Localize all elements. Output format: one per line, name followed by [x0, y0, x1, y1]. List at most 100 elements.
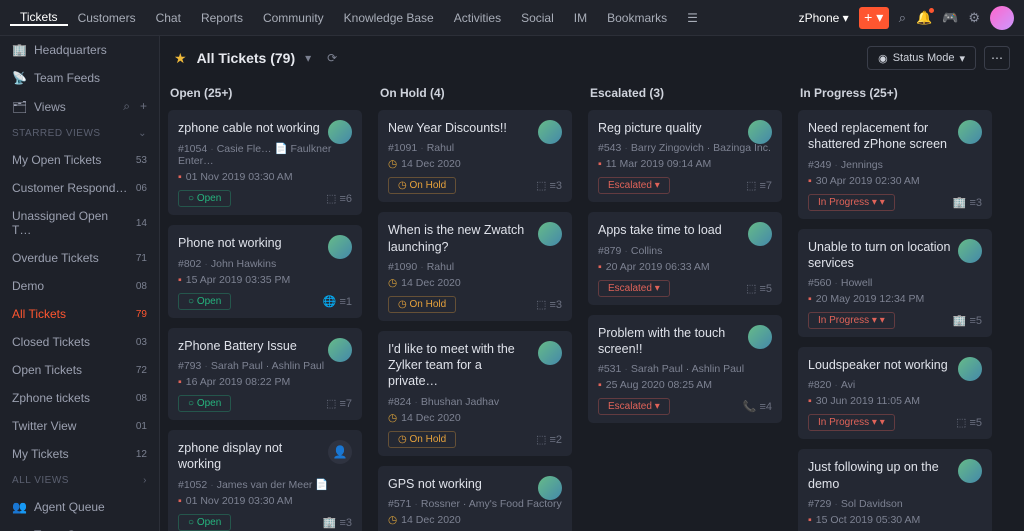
nav-knowledge-base[interactable]: Knowledge Base	[334, 11, 444, 25]
nav-customers[interactable]: Customers	[68, 11, 146, 25]
sidebar-view[interactable]: Twitter View01	[0, 412, 159, 440]
assignee-avatar[interactable]	[748, 222, 772, 246]
sidebar-team-queue[interactable]: 👥Team Queue	[0, 521, 159, 531]
nav-community[interactable]: Community	[253, 11, 334, 25]
nav-social[interactable]: Social	[511, 11, 564, 25]
sidebar-view[interactable]: Closed Tickets03	[0, 328, 159, 356]
nav-im[interactable]: IM	[564, 11, 597, 25]
status-tag[interactable]: ○ Open	[178, 514, 231, 531]
refresh-icon[interactable]: ⟳	[327, 51, 337, 65]
status-tag[interactable]: Escalated ▾	[598, 398, 670, 415]
ticket-date: ◷14 Dec 2020	[388, 158, 562, 170]
card-footer-icons: ⬚ ≡2	[536, 433, 562, 446]
card-footer-icons: ⬚ ≡3	[536, 179, 562, 192]
sidebar-view[interactable]: Open Tickets72	[0, 356, 159, 384]
status-tag[interactable]: ◷ On Hold	[388, 431, 456, 448]
sidebar-view[interactable]: My Tickets12	[0, 440, 159, 468]
ticket-date: ▪25 Aug 2020 08:25 AM	[598, 379, 772, 391]
status-tag[interactable]: Escalated ▾	[598, 177, 670, 194]
gamepad-icon[interactable]: 🎮	[942, 10, 958, 26]
sidebar-view[interactable]: Customer Respond…06	[0, 174, 159, 202]
status-tag[interactable]: ○ Open	[178, 395, 231, 412]
ticket-card[interactable]: Just following up on the demo#729·Sol Da…	[798, 449, 992, 531]
ticket-meta: #879·Collins	[598, 245, 772, 257]
ticket-card[interactable]: Loudspeaker not working#820·Avi▪30 Jun 2…	[798, 347, 992, 439]
status-tag[interactable]: ○ Open	[178, 293, 231, 310]
sidebar-headquarters[interactable]: 🏢Headquarters	[0, 36, 159, 64]
assignee-avatar[interactable]	[748, 120, 772, 144]
search-views-icon[interactable]: ⌕	[123, 99, 130, 114]
assignee-avatar[interactable]	[958, 239, 982, 263]
ticket-meta: #729·Sol Davidson	[808, 498, 982, 510]
assignee-avatar[interactable]	[748, 325, 772, 349]
sidebar-view[interactable]: Overdue Tickets71	[0, 244, 159, 272]
assignee-avatar[interactable]	[328, 235, 352, 259]
sidebar-view[interactable]: Demo08	[0, 272, 159, 300]
status-mode-button[interactable]: ◉ Status Mode ▾	[867, 46, 976, 70]
add-button[interactable]: + ▾	[859, 7, 889, 29]
status-tag[interactable]: In Progress ▾ ▾	[808, 312, 895, 329]
ticket-card[interactable]: New Year Discounts!!#1091·Rahul◷14 Dec 2…	[378, 110, 572, 202]
card-footer-icons: ⬚ ≡5	[956, 416, 982, 429]
assignee-avatar[interactable]	[328, 338, 352, 362]
status-tag[interactable]: In Progress ▾ ▾	[808, 194, 895, 211]
more-button[interactable]: ⋯	[984, 46, 1010, 70]
gear-icon[interactable]: ⚙	[968, 10, 980, 26]
assignee-avatar[interactable]	[328, 120, 352, 144]
status-tag[interactable]: Escalated ▾	[598, 280, 670, 297]
ticket-card[interactable]: GPS not working#571·Rossner · Amy's Food…	[378, 466, 572, 531]
ticket-card[interactable]: Problem with the touch screen!!#531·Sara…	[588, 315, 782, 424]
nav-tickets[interactable]: Tickets	[10, 10, 68, 26]
notifications-icon[interactable]: 🔔	[916, 10, 932, 26]
ticket-card[interactable]: Unable to turn on location services#560·…	[798, 229, 992, 338]
sidebar-view[interactable]: Unassigned Open T…14	[0, 202, 159, 244]
assignee-icon[interactable]: 👤	[328, 440, 352, 464]
ticket-card[interactable]: zPhone Battery Issue#793·Sarah Paul · As…	[168, 328, 362, 420]
ticket-date: ▪16 Apr 2019 08:22 PM	[178, 376, 352, 388]
status-tag[interactable]: ◷ On Hold	[388, 296, 456, 313]
starred-views-section[interactable]: STARRED VIEWS⌄	[0, 121, 159, 146]
nav-activities[interactable]: Activities	[444, 11, 511, 25]
ticket-meta: #802·John Hawkins	[178, 258, 352, 270]
assignee-avatar[interactable]	[538, 341, 562, 365]
sidebar-agent-queue[interactable]: 👥Agent Queue	[0, 493, 159, 521]
search-icon[interactable]: ⌕	[899, 10, 906, 26]
ticket-card[interactable]: zphone cable not working#1054·Casie Fle……	[168, 110, 362, 215]
add-view-icon[interactable]: +	[140, 99, 147, 114]
title-chevron-down-icon[interactable]: ▾	[305, 51, 311, 65]
sidebar-view[interactable]: My Open Tickets53	[0, 146, 159, 174]
status-tag[interactable]: ◷ On Hold	[388, 177, 456, 194]
star-icon[interactable]: ★	[174, 50, 187, 67]
ticket-date: ▪20 May 2019 12:34 PM	[808, 293, 982, 305]
assignee-avatar[interactable]	[538, 120, 562, 144]
profile-avatar[interactable]	[990, 6, 1014, 30]
ticket-card[interactable]: 👤zphone display not working#1052·James v…	[168, 430, 362, 531]
assignee-avatar[interactable]	[958, 357, 982, 381]
ticket-card[interactable]: Reg picture quality#543·Barry Zingovich …	[588, 110, 782, 202]
all-views-section[interactable]: ALL VIEWS›	[0, 468, 159, 493]
nav-chat[interactable]: Chat	[146, 11, 191, 25]
nav-overflow-icon[interactable]: ☰	[677, 11, 708, 25]
ticket-card[interactable]: When is the new Zwatch launching?#1090·R…	[378, 212, 572, 321]
sidebar-views-header[interactable]: 🗂Views ⌕+	[0, 92, 159, 121]
nav-bookmarks[interactable]: Bookmarks	[597, 11, 677, 25]
sidebar-view[interactable]: Zphone tickets08	[0, 384, 159, 412]
ticket-card[interactable]: Need replacement for shattered zPhone sc…	[798, 110, 992, 219]
status-tag[interactable]: ○ Open	[178, 190, 231, 207]
sidebar-team-feeds[interactable]: 📡Team Feeds	[0, 64, 159, 92]
ticket-card[interactable]: I'd like to meet with the Zylker team fo…	[378, 331, 572, 456]
ticket-title: Reg picture quality	[598, 120, 772, 136]
sidebar-view[interactable]: All Tickets79	[0, 300, 159, 328]
ticket-date: ▪15 Apr 2019 03:35 PM	[178, 274, 352, 286]
nav-reports[interactable]: Reports	[191, 11, 253, 25]
ticket-date: ▪30 Jun 2019 11:05 AM	[808, 395, 982, 407]
ticket-card[interactable]: Apps take time to load#879·Collins▪20 Ap…	[588, 212, 782, 304]
ticket-card[interactable]: Phone not working#802·John Hawkins▪15 Ap…	[168, 225, 362, 317]
status-tag[interactable]: In Progress ▾ ▾	[808, 414, 895, 431]
ticket-meta: #824·Bhushan Jadhav	[388, 396, 562, 408]
brand-switcher[interactable]: zPhone ▾	[799, 11, 849, 25]
card-footer-icons: 📞 ≡4	[743, 400, 772, 413]
assignee-avatar[interactable]	[538, 476, 562, 500]
ticket-meta: #793·Sarah Paul · Ashlin Paul	[178, 360, 352, 372]
assignee-avatar[interactable]	[958, 120, 982, 144]
